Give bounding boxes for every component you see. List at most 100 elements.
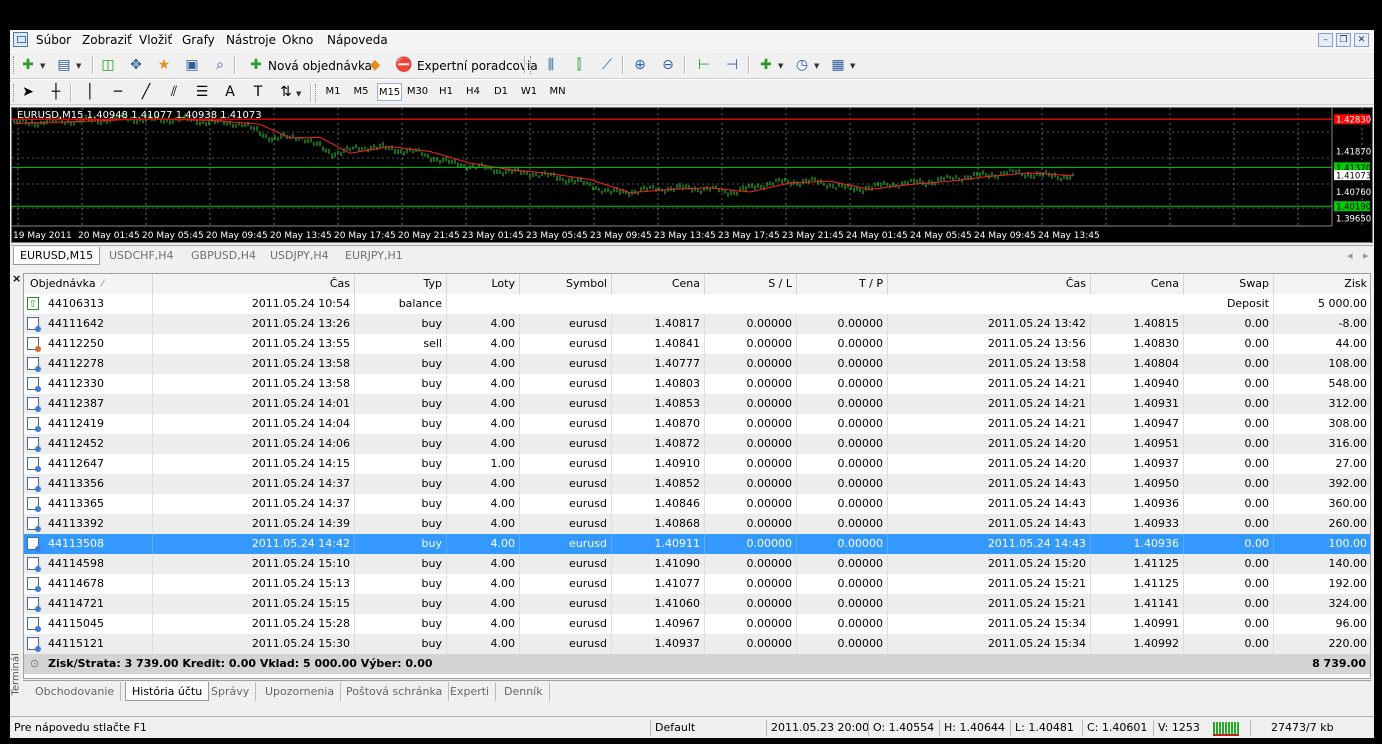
table-row[interactable]: 44112452 2011.05.24 14:06 buy 4.00 eurusd 1.4… xyxy=(24,434,1370,454)
app-icon[interactable] xyxy=(13,32,28,47)
scroll-left-icon[interactable]: ◂ xyxy=(1341,247,1359,265)
col-sl-header[interactable]: S / L xyxy=(705,274,797,294)
table-row[interactable]: 44115121 2011.05.24 15:30 buy 4.00 eurusd 1.4… xyxy=(24,634,1370,654)
timeframe-m1[interactable]: M1 xyxy=(322,83,344,101)
chart-tab-gbpusd[interactable]: GBPUSD,H4 xyxy=(185,247,262,265)
equidistant-channel-icon[interactable]: ⫽ xyxy=(166,84,182,100)
fibonacci-icon[interactable]: ☰ xyxy=(194,84,210,100)
table-row[interactable]: 44113356 2011.05.24 14:37 buy 4.00 eurusd 1.4… xyxy=(24,474,1370,494)
tab-journal[interactable]: Denník xyxy=(498,682,550,701)
chart-tab-usdjpy[interactable]: USDJPY,H4 xyxy=(264,247,335,265)
table-row-selected[interactable]: 44113508 2011.05.24 14:42 buy 4.00 eurusd 1.4… xyxy=(24,534,1370,554)
col-profit-header[interactable]: Zisk xyxy=(1274,274,1370,294)
col-swap-header[interactable]: Swap xyxy=(1184,274,1274,294)
timeframe-mn[interactable]: MN xyxy=(545,83,570,101)
table-row[interactable]: 44112419 2011.05.24 14:04 buy 4.00 eurusd 1.4… xyxy=(24,414,1370,434)
arrows-icon[interactable]: ⇅ xyxy=(278,84,294,100)
tab-mailbox[interactable]: Poštová schránka xyxy=(340,682,450,701)
periods-clock-icon[interactable]: ◷ xyxy=(794,57,810,73)
zoom-in-icon[interactable]: ⊕ xyxy=(632,57,648,73)
zoom-out-icon[interactable]: ⊖ xyxy=(660,57,676,73)
menu-charts[interactable]: Grafy xyxy=(182,33,215,47)
table-row-balance[interactable]: 441063132011.05.24 10:54balanceDeposit5 … xyxy=(24,294,1370,314)
toolbar-grip[interactable] xyxy=(315,84,319,102)
tab-alerts[interactable]: Upozornenia xyxy=(259,682,342,701)
col-order-header[interactable]: ⁄ Objednávka xyxy=(24,274,153,294)
col-type-header[interactable]: Typ xyxy=(355,274,447,294)
col-tp-header[interactable]: T / P xyxy=(797,274,888,294)
tab-news[interactable]: Správy xyxy=(205,682,257,701)
menu-help[interactable]: Nápoveda xyxy=(327,33,388,47)
menu-tools[interactable]: Nástroje xyxy=(226,33,276,47)
scroll-right-icon[interactable]: ▸ xyxy=(1357,247,1374,265)
col-close-time-header[interactable]: Čas xyxy=(888,274,1091,294)
connection-bars-icon[interactable] xyxy=(1213,722,1239,736)
candlestick-icon[interactable]: ⫿ xyxy=(571,57,587,73)
line-chart-icon[interactable]: ⟋ xyxy=(599,57,615,73)
timeframe-d1[interactable]: D1 xyxy=(490,83,512,101)
timeframe-h1[interactable]: H1 xyxy=(435,83,457,101)
expert-advisors-button[interactable]: Expertní poradcovia xyxy=(417,56,538,76)
chart-tab-eurusd[interactable]: EURUSD,M15 xyxy=(13,247,101,265)
new-chart-icon[interactable]: ✚ xyxy=(20,57,36,73)
indicators-icon[interactable]: ✚ xyxy=(758,57,774,73)
horizontal-line-icon[interactable]: ─ xyxy=(110,84,126,100)
minimize-icon[interactable]: – xyxy=(1318,33,1333,47)
text-label-icon[interactable]: T xyxy=(250,84,266,100)
toolbar-grip[interactable] xyxy=(13,84,17,102)
new-order-icon[interactable]: ✚ xyxy=(248,57,264,73)
col-open-time-header[interactable]: Čas xyxy=(153,274,355,294)
text-icon[interactable]: A xyxy=(222,84,238,100)
chart-tab-eurjpy[interactable]: EURJPY,H1 xyxy=(339,247,409,265)
col-lots-header[interactable]: Loty xyxy=(447,274,520,294)
table-row[interactable]: 44112647 2011.05.24 14:15 buy 1.00 eurusd 1.4… xyxy=(24,454,1370,474)
profiles-icon[interactable]: ▤ xyxy=(56,57,72,73)
favorites-icon[interactable]: ★ xyxy=(156,57,172,73)
navigator-icon[interactable]: ✥ xyxy=(128,57,144,73)
chevron-down-icon[interactable]: ▼ xyxy=(778,62,783,70)
close-icon[interactable]: × xyxy=(12,272,21,285)
table-row[interactable]: 44114598 2011.05.24 15:10 buy 4.00 eurusd 1.4… xyxy=(24,554,1370,574)
timeframe-m30[interactable]: M30 xyxy=(405,83,430,101)
expert-advisors-icon[interactable]: ⛔ xyxy=(395,57,412,73)
table-row[interactable]: 44111642 2011.05.24 13:26 buy 4.00 eurusd 1.4… xyxy=(24,314,1370,334)
tab-trade[interactable]: Obchodovanie xyxy=(29,682,122,701)
menu-insert[interactable]: Vložiť xyxy=(139,33,172,47)
account-history-table[interactable]: ⁄ Objednávka Čas Typ Loty Symbol Cena S / LT / … xyxy=(23,273,1371,679)
col-price-header[interactable]: Cena xyxy=(612,274,705,294)
timeframe-m15[interactable]: M15 xyxy=(377,83,402,101)
crosshair-icon[interactable]: ┼ xyxy=(48,84,64,100)
strategy-tester-icon[interactable]: ⌕ xyxy=(212,57,228,73)
chevron-down-icon[interactable]: ▼ xyxy=(296,90,301,98)
timeframe-h4[interactable]: H4 xyxy=(462,83,484,101)
tab-account-history[interactable]: História účtu xyxy=(125,682,210,701)
market-watch-icon[interactable]: ◫ xyxy=(100,57,116,73)
table-row[interactable]: 44114678 2011.05.24 15:13 buy 4.00 eurusd 1.4… xyxy=(24,574,1370,594)
trendline-icon[interactable]: ╱ xyxy=(138,84,154,100)
table-row[interactable]: 44114721 2011.05.24 15:15 buy 4.00 eurusd 1.4… xyxy=(24,594,1370,614)
vertical-line-icon[interactable]: │ xyxy=(82,84,98,100)
close-icon[interactable]: ✕ xyxy=(1354,33,1369,47)
chevron-down-icon[interactable]: ▼ xyxy=(850,62,855,70)
table-row[interactable]: 44112250 2011.05.24 13:55 sell 4.00 eurusd 1.… xyxy=(24,334,1370,354)
menu-view[interactable]: Zobraziť xyxy=(82,33,132,47)
cursor-icon[interactable]: ➤ xyxy=(20,84,36,100)
menu-window[interactable]: Okno xyxy=(282,33,313,47)
templates-icon[interactable]: ▦ xyxy=(830,57,846,73)
table-row[interactable]: 44115045 2011.05.24 15:28 buy 4.00 eurusd 1.4… xyxy=(24,614,1370,634)
timeframe-m5[interactable]: M5 xyxy=(350,83,372,101)
chart-tab-usdchf[interactable]: USDCHF,H4 xyxy=(103,247,180,265)
new-order-button[interactable]: Nová objednávka xyxy=(268,56,372,76)
col-close-price-header[interactable]: Cena xyxy=(1091,274,1184,294)
tab-experts[interactable]: Experti xyxy=(444,682,497,701)
restore-icon[interactable]: ❐ xyxy=(1336,33,1351,47)
alert-icon[interactable]: ◆ xyxy=(367,57,383,73)
table-row[interactable]: 44113365 2011.05.24 14:37 buy 4.00 eurusd 1.4… xyxy=(24,494,1370,514)
menu-file[interactable]: Súbor xyxy=(36,33,71,47)
price-chart[interactable]: 1.42830 1.41870 1.41370 1.41073 1.40760 1.401… xyxy=(11,107,1373,243)
terminal-icon[interactable]: ▣ xyxy=(184,57,200,73)
timeframe-w1[interactable]: W1 xyxy=(518,83,540,101)
table-row[interactable]: 44112330 2011.05.24 13:58 buy 4.00 eurusd 1.4… xyxy=(24,374,1370,394)
chevron-down-icon[interactable]: ▼ xyxy=(76,62,81,70)
chart-shift-icon[interactable]: ⊣ xyxy=(724,57,740,73)
